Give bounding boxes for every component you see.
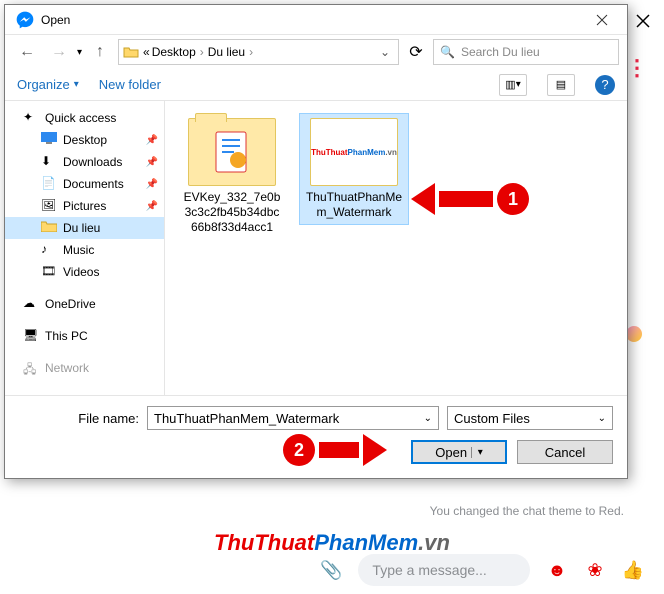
tree-downloads[interactable]: ⬇Downloads📌 [5, 151, 164, 173]
chevron-right-icon: › [249, 45, 253, 59]
tree-videos[interactable]: 🎞Videos [5, 261, 164, 283]
nav-tree: ✦Quick access Desktop📌 ⬇Downloads📌 📄Docu… [5, 101, 165, 395]
nav-up-button[interactable]: ↑ [86, 39, 114, 65]
pictures-icon: 🖼 [41, 198, 57, 214]
breadcrumb-prefix: « [143, 45, 150, 59]
watermark-logo: ThuThuatPhanMem.vn [214, 530, 450, 556]
filetype-dropdown[interactable]: Custom Files ⌄ [447, 406, 613, 430]
folder-icon [123, 44, 139, 60]
filename-input[interactable]: ThuThuatPhanMem_Watermark ⌄ [147, 406, 439, 430]
dialog-navbar: ← → ▾ ↑ « Desktop › Du lieu › ⌄ ⟳ 🔍 Sear… [5, 35, 627, 69]
file-name: ThuThuatPhanMem_Watermark [304, 190, 404, 220]
more-icon[interactable]: ⋮ [626, 55, 648, 81]
smile-icon[interactable]: ☻ [546, 559, 568, 581]
view-mode-button[interactable]: ▥▾ [499, 74, 527, 96]
annotation-1: 1 [411, 183, 529, 215]
sticker-icon[interactable]: ❀ [584, 559, 606, 581]
tree-quick-access[interactable]: ✦Quick access [5, 107, 164, 129]
search-input[interactable]: 🔍 Search Du lieu [433, 39, 619, 65]
breadcrumb-item[interactable]: Desktop [152, 45, 196, 59]
network-icon: 🖧 [23, 360, 39, 376]
status-text: You changed the chat theme to Red. [430, 504, 624, 518]
chat-input-row: 📎 Type a message... ☻ ❀ 👍 [320, 554, 644, 586]
nav-forward-button[interactable]: → [45, 39, 73, 65]
tree-music[interactable]: ♪Music [5, 239, 164, 261]
pin-icon: 📌 [146, 157, 158, 168]
nav-back-button[interactable]: ← [13, 39, 41, 65]
tree-desktop[interactable]: Desktop📌 [5, 129, 164, 151]
video-icon: 🎞 [41, 264, 57, 280]
titlebar: Open [5, 5, 627, 35]
desktop-icon [41, 132, 57, 148]
breadcrumb-item[interactable]: Du lieu [208, 45, 245, 59]
file-name: EVKey_332_7e0b3c3c2fb45b34dbc66b8f33d4ac… [182, 190, 282, 235]
dialog-close-button[interactable] [581, 6, 623, 34]
chevron-down-icon: ⌄ [598, 413, 606, 424]
pin-icon: 📌 [146, 135, 158, 146]
chevron-down-icon[interactable]: ⌄ [424, 413, 432, 424]
dialog-toolbar: Organize▾ New folder ▥▾ ▤ ? [5, 69, 627, 101]
tree-documents[interactable]: 📄Documents📌 [5, 173, 164, 195]
file-list: EVKey_332_7e0b3c3c2fb45b34dbc66b8f33d4ac… [165, 101, 627, 395]
tree-dulieu[interactable]: Du lieu [5, 217, 164, 239]
open-dialog: Open ← → ▾ ↑ « Desktop › Du lieu › ⌄ ⟳ 🔍… [4, 4, 628, 479]
refresh-button[interactable]: ⟳ [403, 39, 429, 65]
search-placeholder: Search Du lieu [461, 45, 540, 59]
chevron-down-icon[interactable]: ▾ [77, 47, 82, 58]
cloud-icon: ☁ [23, 296, 39, 312]
tree-pictures[interactable]: 🖼Pictures📌 [5, 195, 164, 217]
messenger-icon [15, 10, 35, 30]
breadcrumb[interactable]: « Desktop › Du lieu › ⌄ [118, 39, 399, 65]
attach-icon[interactable]: 📎 [320, 560, 342, 581]
folder-icon [188, 118, 276, 186]
preview-pane-button[interactable]: ▤ [547, 74, 575, 96]
chevron-right-icon: › [200, 45, 204, 59]
download-icon: ⬇ [41, 154, 57, 170]
like-icon[interactable]: 👍 [622, 559, 644, 581]
organize-button[interactable]: Organize▾ [17, 77, 79, 92]
tree-this-pc[interactable]: 🖥This PC [5, 325, 164, 347]
document-icon: 📄 [41, 176, 57, 192]
folder-icon [41, 220, 57, 236]
cancel-button[interactable]: Cancel [517, 440, 613, 464]
file-item-watermark[interactable]: ThuThuatPhanMem.vn ThuThuatPhanMem_Water… [299, 113, 409, 225]
filename-label: File name: [19, 411, 139, 426]
pin-icon: 📌 [146, 179, 158, 190]
new-folder-button[interactable]: New folder [99, 77, 161, 92]
close-icon[interactable] [634, 12, 652, 30]
tree-onedrive[interactable]: ☁OneDrive [5, 293, 164, 315]
star-icon: ✦ [23, 110, 39, 126]
dialog-title: Open [41, 13, 581, 27]
file-item-evkey[interactable]: EVKey_332_7e0b3c3c2fb45b34dbc66b8f33d4ac… [177, 113, 287, 240]
search-icon: 🔍 [440, 45, 455, 59]
annotation-2: 2 [283, 434, 387, 466]
image-thumbnail: ThuThuatPhanMem.vn [310, 118, 398, 186]
tree-network[interactable]: 🖧Network [5, 357, 164, 379]
pc-icon: 🖥 [23, 328, 39, 344]
dialog-bottom: File name: ThuThuatPhanMem_Watermark ⌄ C… [5, 395, 627, 478]
pin-icon: 📌 [146, 201, 158, 212]
open-button[interactable]: Open ▾ [411, 440, 507, 464]
breadcrumb-dropdown[interactable]: ⌄ [376, 45, 394, 59]
music-icon: ♪ [41, 242, 57, 258]
help-icon[interactable]: ? [595, 75, 615, 95]
avatar [626, 326, 642, 342]
message-input[interactable]: Type a message... [358, 554, 530, 586]
